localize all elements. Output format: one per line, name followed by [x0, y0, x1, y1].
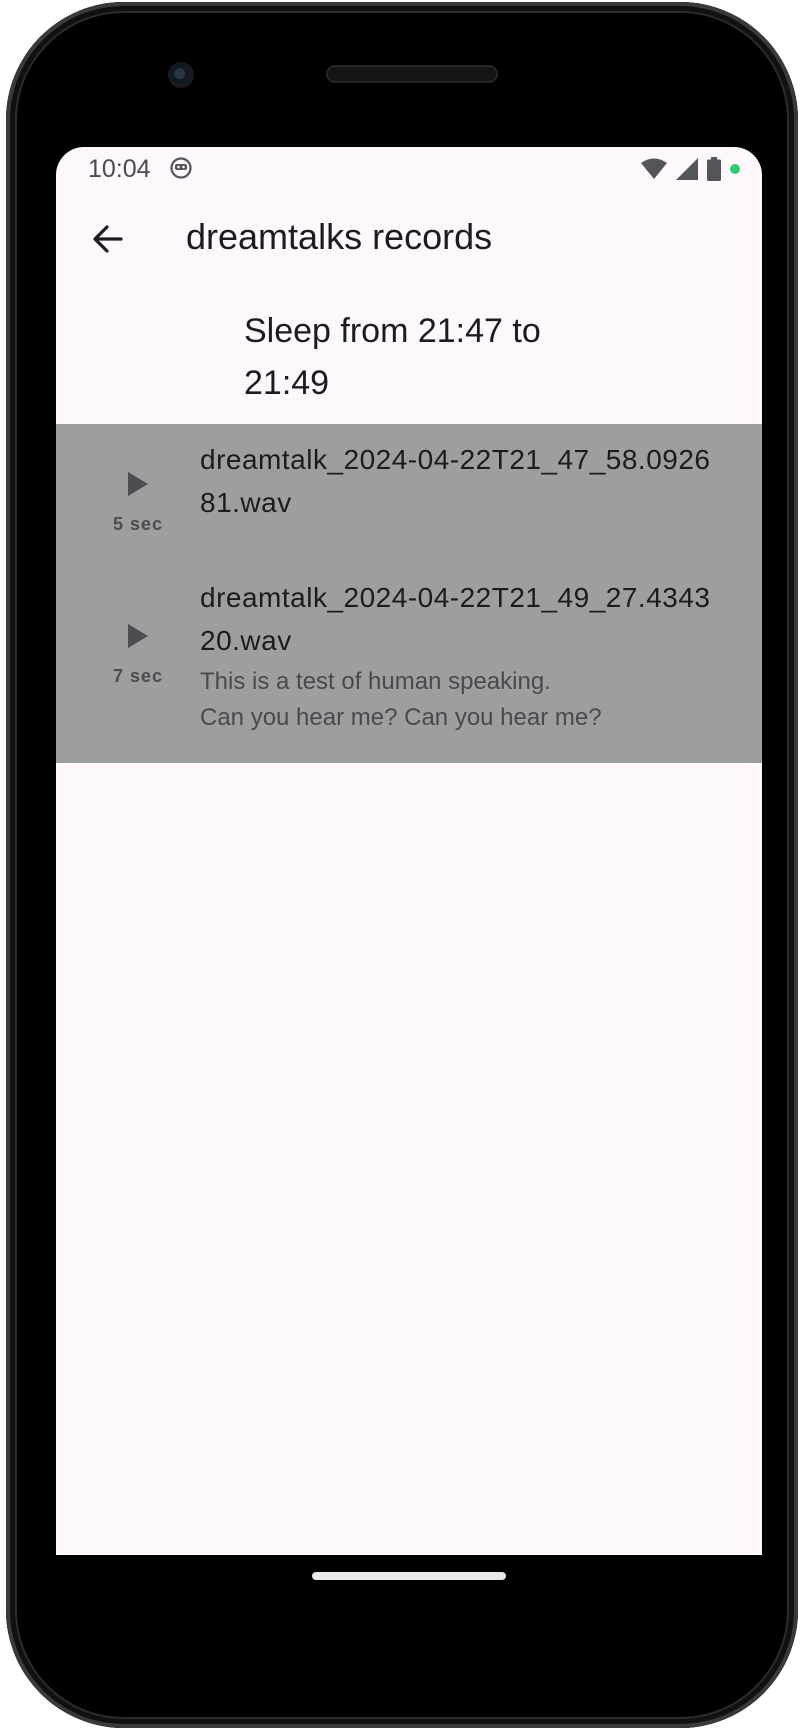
earpiece-speaker: [326, 65, 498, 83]
robot-face-icon: [170, 157, 192, 179]
record-leading: 7 sec: [78, 616, 198, 687]
records-list: 5 sec dreamtalk_2024-04-22T21_47_58.0926…: [56, 424, 762, 763]
back-button[interactable]: [82, 213, 134, 265]
phone-frame: 10:04 dreamtalks records Sleep from 21:4…: [6, 2, 798, 1728]
battery-icon: [707, 157, 721, 181]
list-item[interactable]: 5 sec dreamtalk_2024-04-22T21_47_58.0926…: [56, 424, 762, 574]
front-camera: [168, 62, 194, 88]
signal-icon: [676, 158, 698, 180]
play-icon: [128, 472, 148, 496]
record-filename: dreamtalk_2024-04-22T21_49_27.434320.wav: [200, 582, 711, 656]
app-screen: 10:04 dreamtalks records Sleep from 21:4…: [56, 147, 762, 1555]
home-indicator[interactable]: [312, 1572, 506, 1580]
record-filename: dreamtalk_2024-04-22T21_47_58.092681.wav: [200, 444, 711, 518]
record-transcript: This is a test of human speaking. Can yo…: [200, 668, 602, 731]
record-duration: 5 sec: [112, 514, 164, 534]
play-icon: [128, 624, 148, 648]
play-button[interactable]: [118, 464, 158, 504]
record-duration: 7 sec: [112, 666, 164, 686]
wifi-icon: [641, 158, 667, 179]
page-title: dreamtalks records: [186, 216, 493, 257]
record-leading: 5 sec: [78, 464, 198, 535]
play-button[interactable]: [118, 616, 158, 656]
mic-active-dot-icon: [730, 164, 740, 174]
status-time: 10:04: [88, 155, 151, 183]
list-item[interactable]: 7 sec dreamtalk_2024-04-22T21_49_27.4343…: [56, 574, 762, 763]
sleep-session-title: Sleep from 21:47 to 21:49: [244, 312, 541, 402]
arrow-back-icon: [93, 225, 123, 253]
status-icons: [641, 157, 740, 181]
